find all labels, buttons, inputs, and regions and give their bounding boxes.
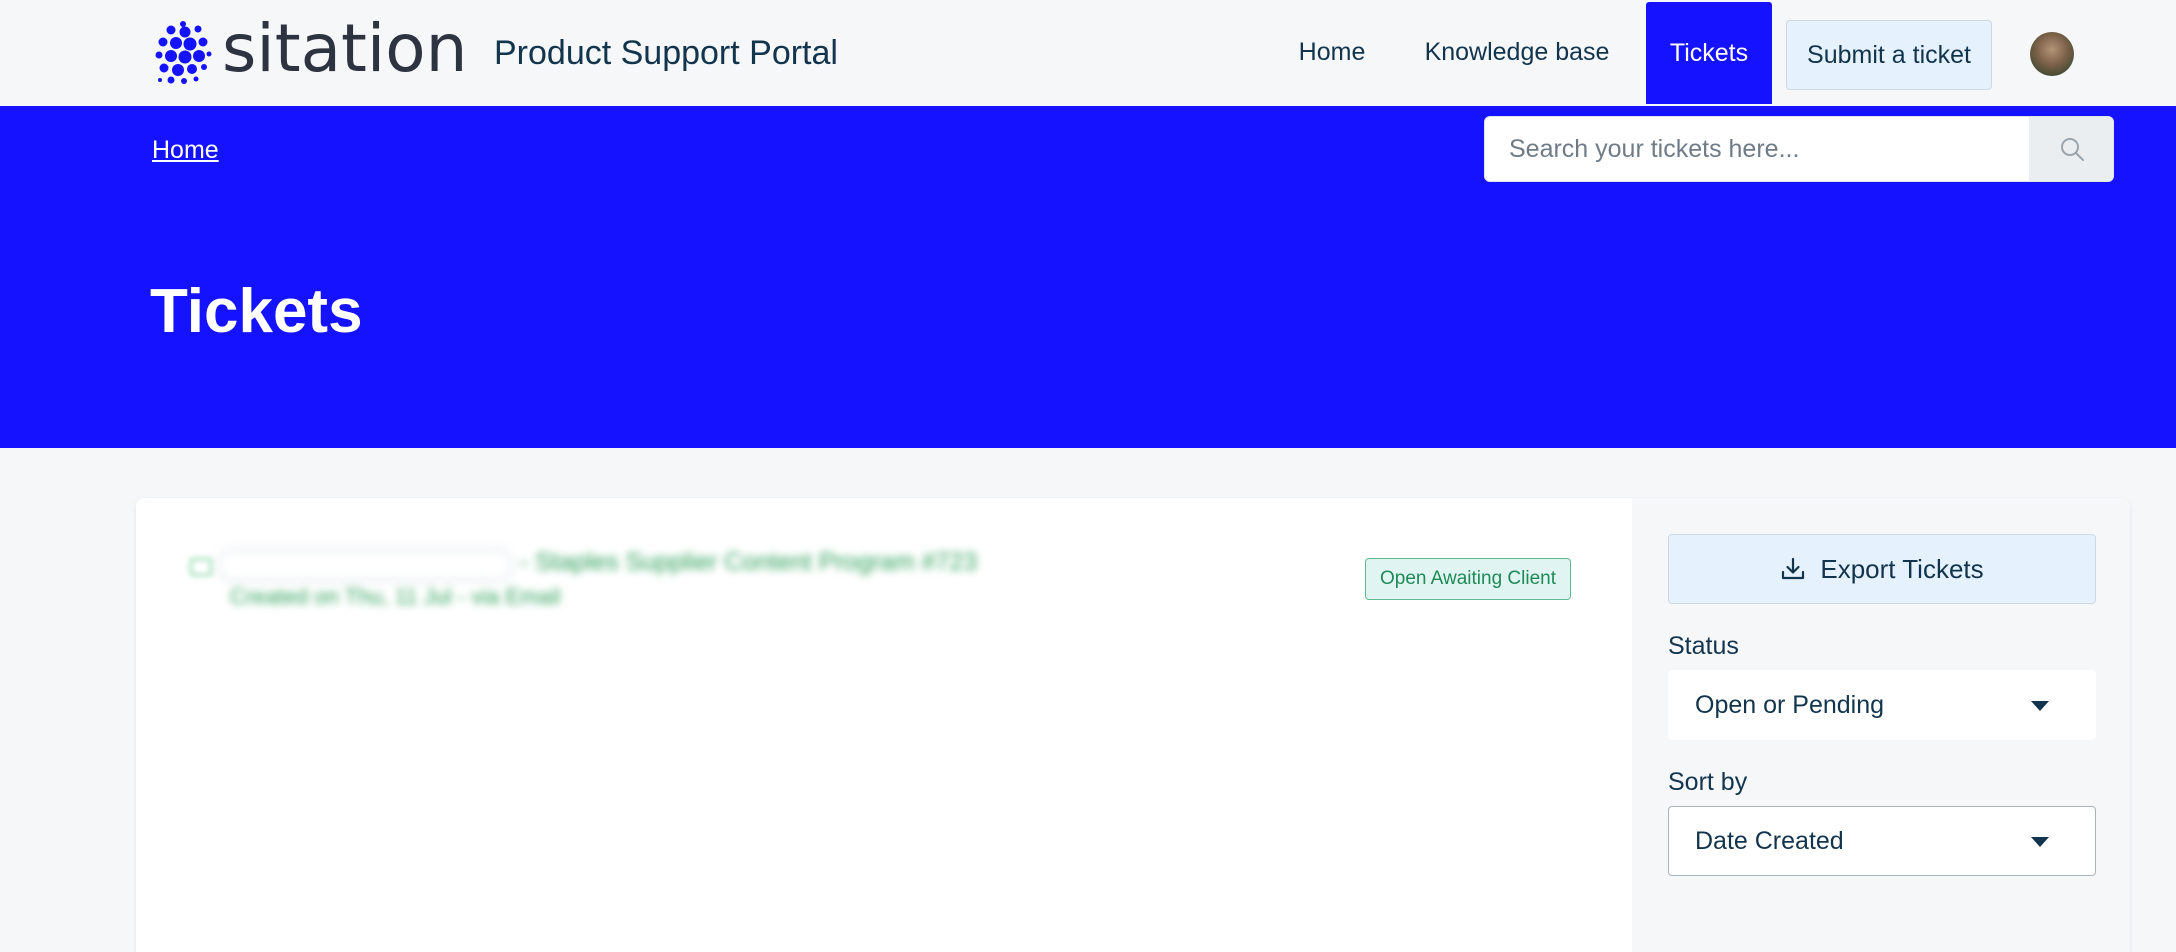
status-select-value: Open or Pending	[1695, 690, 1885, 719]
ticket-requester-redacted	[220, 552, 510, 578]
search-icon	[2061, 138, 2084, 161]
ticket-meta: Created on Thu, 11 Jul - via Email	[230, 584, 561, 609]
breadcrumb-home[interactable]: Home	[152, 136, 219, 165]
sort-label: Sort by	[1668, 768, 1748, 796]
sort-select[interactable]: Date Created	[1668, 806, 2096, 876]
sort-select-value: Date Created	[1695, 826, 1844, 855]
ticket-search	[1484, 116, 2114, 182]
export-tickets-button[interactable]: Export Tickets	[1668, 534, 2096, 604]
caret-down-icon	[2031, 701, 2049, 711]
ticket-subject[interactable]: - Staples Supplier Content Program #723	[520, 548, 977, 577]
download-icon	[1782, 557, 1805, 580]
status-badge: Open Awaiting Client	[1365, 558, 1571, 600]
nav-tickets[interactable]: Tickets	[1646, 2, 1772, 104]
submit-ticket-button[interactable]: Submit a ticket	[1786, 20, 1992, 90]
tickets-card: - Staples Supplier Content Program #723 …	[136, 498, 2130, 952]
main-nav: Home Knowledge base Tickets Submit a tic…	[0, 0, 2176, 106]
nav-home[interactable]: Home	[1282, 0, 1382, 104]
export-label: Export Tickets	[1820, 553, 1984, 584]
status-label: Status	[1668, 632, 1739, 660]
status-select[interactable]: Open or Pending	[1668, 670, 2096, 740]
nav-knowledge-base[interactable]: Knowledge base	[1414, 0, 1620, 104]
search-button[interactable]	[2029, 117, 2113, 181]
ticket-list: - Staples Supplier Content Program #723 …	[136, 498, 1632, 952]
user-avatar[interactable]	[2030, 32, 2074, 76]
page-title: Tickets	[150, 277, 363, 346]
top-header: sitation Product Support Portal Home Kno…	[0, 0, 2176, 106]
ticket-filters: Export Tickets Status Open or Pending So…	[1632, 498, 2130, 952]
caret-down-icon	[2031, 837, 2049, 847]
ticket-icon	[190, 558, 212, 576]
search-input[interactable]	[1485, 117, 2029, 181]
hero-banner: Home Tickets	[0, 106, 2176, 448]
